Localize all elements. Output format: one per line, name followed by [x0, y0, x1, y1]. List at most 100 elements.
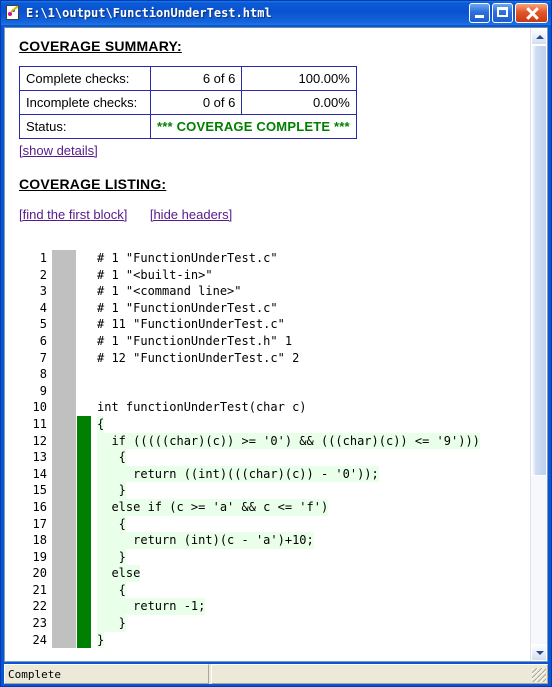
- status-bar-text: Complete: [4, 664, 209, 684]
- hide-headers-link[interactable]: [hide headers]: [150, 207, 232, 222]
- line-number: 14: [32, 466, 47, 481]
- coverage-marker-green: [77, 449, 91, 466]
- coverage-marker-green: [77, 267, 91, 284]
- source-code-text: else: [97, 565, 141, 582]
- scrollbar-thumb[interactable]: [531, 45, 547, 477]
- line-number: 2: [39, 267, 47, 282]
- code-line-row: 17 {: [19, 515, 530, 533]
- line-number: 10: [32, 400, 47, 415]
- coverage-marker-grey: [52, 565, 76, 582]
- document-pen-icon: [4, 4, 22, 22]
- coverage-marker-grey: [52, 598, 76, 616]
- scroll-up-button[interactable]: [531, 28, 547, 45]
- complete-checks-count: 6 of 6: [149, 66, 243, 91]
- code-line-row: 16 else if (c >= 'a' && c <= 'f'): [19, 498, 530, 516]
- code-line-row: 20 else: [19, 565, 530, 582]
- coverage-marker-green: [77, 631, 91, 649]
- coverage-marker-grey: [52, 266, 76, 284]
- scrollbar-track[interactable]: [531, 45, 547, 644]
- code-line-row: 19 }: [19, 548, 530, 566]
- coverage-marker-green: [77, 515, 91, 533]
- coverage-marker-green: [77, 283, 91, 300]
- coverage-summary-table: Complete checks: 6 of 6 100.00% Incomple…: [19, 66, 357, 139]
- source-code-text: }: [97, 631, 105, 649]
- coverage-marker-grey: [52, 482, 76, 499]
- coverage-marker-green: [77, 565, 91, 582]
- source-code-text: {: [97, 515, 126, 533]
- find-first-block-link[interactable]: [find the first block]: [19, 207, 127, 222]
- code-line-row: 21 {: [19, 581, 530, 599]
- coverage-marker-green: [77, 581, 91, 599]
- line-number: 6: [39, 333, 47, 348]
- code-line-row: 13 {: [19, 449, 530, 466]
- coverage-marker-green: [77, 598, 91, 616]
- status-bar-secondary-pane: [211, 664, 548, 684]
- source-code-text: }: [97, 482, 126, 499]
- source-code-text: {: [97, 449, 126, 466]
- coverage-marker-grey: [52, 515, 76, 533]
- line-number: 11: [32, 416, 47, 431]
- coverage-marker-grey: [52, 299, 76, 317]
- code-line-row: 3 # 1 "<command line>": [19, 283, 530, 300]
- listing-links: [find the first block] [hide headers]: [19, 206, 530, 224]
- code-line-row: 22 return -1;: [19, 598, 530, 616]
- status-label: Status:: [19, 114, 151, 139]
- code-line-row: 24}: [19, 631, 530, 649]
- source-code-text: # 1 "<command line>": [97, 284, 242, 299]
- coverage-marker-grey: [52, 415, 76, 433]
- source-code-text: # 11 "FunctionUnderTest.c": [97, 317, 285, 332]
- coverage-summary-heading: COVERAGE SUMMARY:: [19, 38, 182, 54]
- source-code-text: # 1 "FunctionUnderTest.h" 1: [97, 333, 293, 348]
- code-line-row: 8: [19, 366, 530, 383]
- title-bar[interactable]: E:\1\output\FunctionUnderTest.html: [1, 1, 551, 25]
- coverage-marker-green: [77, 383, 91, 400]
- coverage-marker-grey: [52, 349, 76, 367]
- table-row: Complete checks: 6 of 6 100.00%: [19, 66, 357, 91]
- source-code-text: }: [97, 548, 126, 566]
- close-button[interactable]: [515, 3, 548, 23]
- scroll-down-button[interactable]: [531, 644, 547, 661]
- source-code-text: # 1 "<built-in>": [97, 267, 213, 282]
- coverage-marker-green: [77, 615, 91, 632]
- show-details-link[interactable]: [show details]: [19, 143, 98, 158]
- coverage-marker-grey: [52, 382, 76, 400]
- coverage-marker-green: [77, 415, 91, 433]
- incomplete-checks-label: Incomplete checks:: [19, 90, 151, 115]
- application-window: E:\1\output\FunctionUnderTest.html COVER…: [0, 0, 552, 687]
- coverage-marker-grey: [52, 548, 76, 566]
- coverage-marker-green: [77, 399, 91, 416]
- resize-grip-icon[interactable]: [532, 668, 546, 682]
- document-viewport: COVERAGE SUMMARY: Complete checks: 6 of …: [4, 27, 548, 662]
- minimize-button[interactable]: [469, 3, 490, 23]
- line-number: 17: [32, 516, 47, 531]
- coverage-marker-green: [77, 465, 91, 483]
- vertical-scrollbar[interactable]: [530, 28, 547, 661]
- line-number: 22: [32, 599, 47, 614]
- coverage-marker-grey: [52, 283, 76, 300]
- code-line-row: 11 {: [19, 415, 530, 433]
- code-line-row: 12 if (((((char)(c)) >= '0') && (((char)…: [19, 432, 530, 450]
- line-number: 8: [39, 367, 47, 382]
- line-number: 19: [32, 549, 47, 564]
- code-line-row: 14 return ((int)(((char)(c)) - '0'));: [19, 465, 530, 483]
- table-row: Status: *** COVERAGE COMPLETE ***: [19, 114, 357, 139]
- html-report-document: COVERAGE SUMMARY: Complete checks: 6 of …: [5, 28, 530, 661]
- source-code-text: return -1;: [97, 598, 206, 616]
- coverage-marker-grey: [52, 250, 76, 267]
- line-number: 18: [32, 533, 47, 548]
- code-line-row: 1 # 1 "FunctionUnderTest.c": [19, 250, 530, 267]
- maximize-button[interactable]: [492, 3, 513, 23]
- table-row: Incomplete checks: 0 of 6 0.00%: [19, 90, 357, 115]
- code-line-row: 5 # 11 "FunctionUnderTest.c": [19, 316, 530, 333]
- coverage-listing-heading: COVERAGE LISTING:: [19, 176, 167, 192]
- source-code-text: }: [97, 615, 126, 632]
- coverage-marker-grey: [52, 432, 76, 450]
- coverage-marker-green: [77, 350, 91, 367]
- line-number: 7: [39, 350, 47, 365]
- source-code-text: else if (c >= 'a' && c <= 'f'): [97, 498, 329, 516]
- source-code-text: # 1 "FunctionUnderTest.c": [97, 300, 278, 315]
- code-line-row: 18 return (int)(c - 'a')+10;: [19, 532, 530, 549]
- coverage-marker-green: [77, 482, 91, 499]
- line-number: 24: [32, 632, 47, 647]
- status-bar: Complete: [4, 664, 548, 684]
